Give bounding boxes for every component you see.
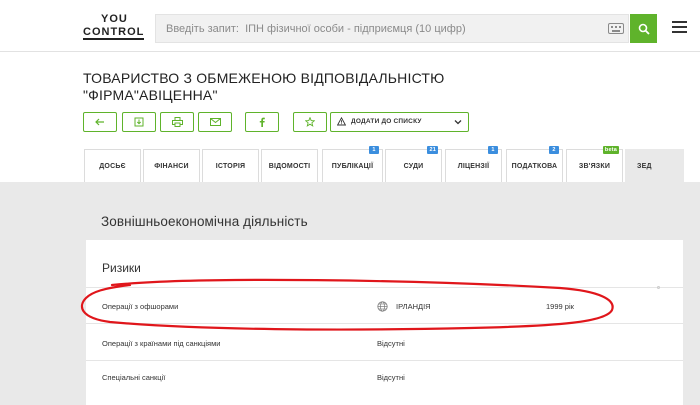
tab-label: ВІДОМОСТІ	[268, 162, 311, 170]
section-title: Зовнішньоекономічна діяльність	[101, 214, 308, 229]
search-button[interactable]	[630, 14, 657, 43]
logo-line2: CONTROL	[83, 26, 145, 40]
warning-icon	[337, 117, 346, 126]
facebook-share-button[interactable]	[245, 112, 279, 132]
keyboard-icon[interactable]	[608, 23, 624, 34]
tab-label: ІСТОРІЯ	[215, 162, 246, 170]
divider-dot	[657, 286, 660, 289]
search-icon	[638, 23, 650, 35]
sanctioned-countries-label: Операції з країнами під санкціями	[102, 339, 221, 348]
beta-badge: beta	[602, 146, 619, 154]
tab-label: СУДИ	[403, 162, 424, 170]
youcontrol-logo[interactable]: YOU CONTROL	[83, 13, 145, 41]
star-icon	[305, 117, 315, 127]
offshore-operations-label: Операції з офшорами	[102, 302, 179, 311]
tab-label: ПУБЛІКАЦІЇ	[331, 162, 374, 170]
globe-icon	[377, 301, 388, 312]
tab-label: ЛІЦЕНЗІЇ	[457, 162, 490, 170]
count-badge: 1	[369, 146, 379, 154]
tab-label: ПОДАТКОВА	[511, 162, 558, 170]
panel-title: Ризики	[102, 261, 141, 275]
company-name-line2: "ФІРМА"АВІЦЕННА"	[83, 87, 218, 103]
divider	[86, 323, 683, 324]
tab-finance[interactable]: ФІНАНСИ	[143, 149, 200, 182]
tab-foreign-trade[interactable]: ЗЕД	[625, 149, 684, 182]
tab-info[interactable]: ВІДОМОСТІ	[261, 149, 318, 182]
count-badge: 1	[488, 146, 498, 154]
facebook-icon	[259, 117, 265, 127]
tab-label: ФІНАНСИ	[154, 162, 189, 170]
offshore-year: 1999 рік	[546, 302, 574, 311]
email-button[interactable]	[198, 112, 232, 132]
chevron-down-icon	[454, 120, 462, 125]
sanctioned-countries-value: Відсутні	[377, 339, 405, 348]
tab-connections[interactable]: ЗВ'ЯЗКИ beta	[566, 146, 623, 182]
back-button[interactable]	[83, 112, 117, 132]
offshore-country: ІРЛАНДІЯ	[396, 302, 431, 311]
special-sanctions-value: Відсутні	[377, 373, 405, 382]
tab-label: ЗЕД	[637, 162, 652, 170]
count-badge: 21	[427, 146, 438, 154]
tab-courts[interactable]: СУДИ 21	[385, 146, 442, 182]
search-input[interactable]	[166, 21, 586, 37]
divider	[86, 360, 683, 361]
favorite-button[interactable]	[293, 112, 327, 132]
company-name: ТОВАРИСТВО З ОБМЕЖЕНОЮ ВІДПОВІДАЛЬНІСТЮ …	[83, 70, 503, 104]
print-button[interactable]	[160, 112, 194, 132]
download-button[interactable]	[122, 112, 156, 132]
count-badge: 2	[549, 146, 559, 154]
print-icon	[171, 117, 183, 127]
tab-tax[interactable]: ПОДАТКОВА 2	[506, 146, 563, 182]
add-to-list-dropdown[interactable]: ДОДАТИ ДО СПИСКУ	[330, 112, 469, 132]
download-icon	[134, 117, 144, 127]
tab-publications[interactable]: ПУБЛІКАЦІЇ 1	[322, 146, 383, 182]
logo-line1: YOU	[101, 13, 128, 25]
mail-icon	[209, 118, 221, 126]
top-header: YOU CONTROL	[0, 0, 700, 52]
tab-dossier[interactable]: ДОСЬЄ	[84, 149, 141, 182]
tab-licenses[interactable]: ЛІЦЕНЗІЇ 1	[445, 146, 502, 182]
arrow-left-icon	[95, 118, 104, 126]
special-sanctions-label: Спеціальні санкції	[102, 373, 166, 382]
tab-history[interactable]: ІСТОРІЯ	[202, 149, 259, 182]
divider	[86, 287, 683, 288]
add-to-list-label: ДОДАТИ ДО СПИСКУ	[351, 118, 422, 125]
tab-label: ЗВ'ЯЗКИ	[578, 162, 611, 170]
company-name-line1: ТОВАРИСТВО З ОБМЕЖЕНОЮ ВІДПОВІДАЛЬНІСТЮ	[83, 70, 445, 86]
tab-label: ДОСЬЄ	[99, 162, 126, 170]
hamburger-menu-icon[interactable]	[672, 21, 687, 34]
search-box	[155, 14, 629, 43]
